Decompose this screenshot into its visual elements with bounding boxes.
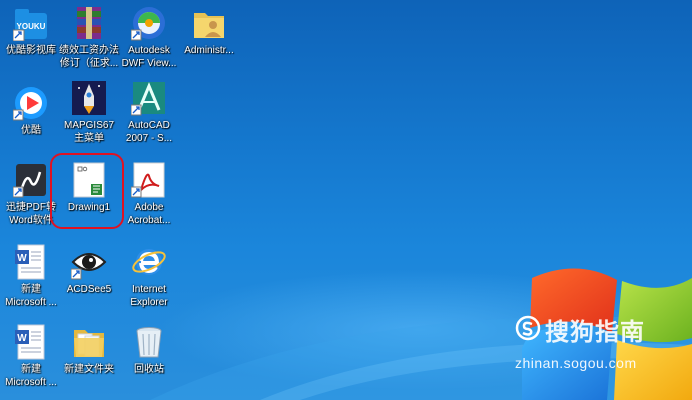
youku-play-icon xyxy=(13,87,47,121)
icon-label: Administr... xyxy=(184,45,234,56)
adobe-acrobat-icon xyxy=(131,162,165,198)
acdsee-eye-icon xyxy=(71,253,107,280)
recycle-bin-icon xyxy=(136,327,162,358)
internet-explorer-icon xyxy=(132,249,166,275)
icon-label: 回收站 xyxy=(134,364,164,375)
icon-label: Internet Explorer xyxy=(130,284,168,308)
watermark-brand: 搜狗指南 xyxy=(545,319,645,346)
drawing1-highlight-circle xyxy=(50,153,124,229)
pdf-converter-icon xyxy=(13,164,46,198)
word-document-icon: W xyxy=(15,244,45,280)
sogou-logo-icon xyxy=(515,315,541,341)
user-folder-icon xyxy=(194,13,224,38)
svg-text:W: W xyxy=(17,333,27,344)
desktop: 搜狗指南 zhinan.sogou.com YOUKU 优酷影视库 绩效工资办法… xyxy=(0,0,692,400)
autocad-icon xyxy=(131,82,165,116)
svg-text:W: W xyxy=(17,253,27,264)
folder-icon xyxy=(74,330,104,357)
autodesk-dwf-icon xyxy=(131,7,165,41)
word-document-icon: W xyxy=(15,324,45,360)
winrar-archive-icon xyxy=(77,7,101,39)
mapgis-rocket-icon xyxy=(72,81,106,115)
icon-label: Adobe Acrobat... xyxy=(127,202,171,226)
watermark-url: zhinan.sogou.com xyxy=(515,355,637,371)
icon-label: AutoCAD 2007 - S... xyxy=(125,120,173,144)
youku-folder-icon: YOUKU xyxy=(13,9,47,41)
